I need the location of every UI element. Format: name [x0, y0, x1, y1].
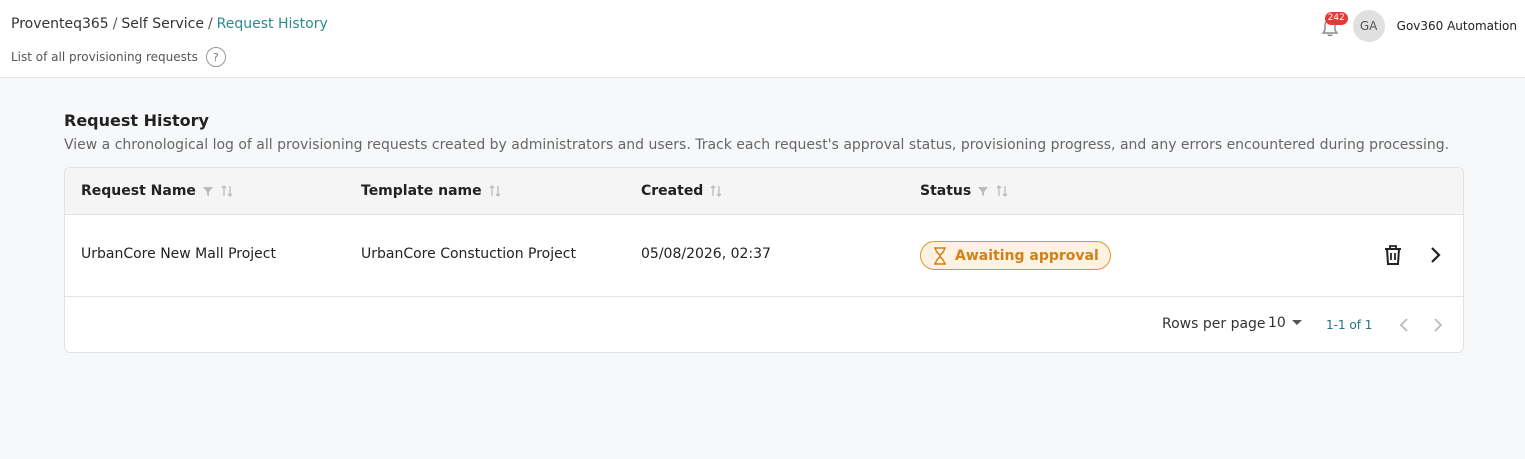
notifications-button[interactable]: 242 [1319, 12, 1348, 40]
next-page-button[interactable] [1432, 317, 1444, 337]
trash-icon [1385, 245, 1401, 265]
table-row[interactable]: UrbanCore New Mall Project UrbanCore Con… [65, 215, 1463, 297]
page-subtitle-text: List of all provisioning requests [11, 50, 198, 64]
request-history-table: Request Name Template name Created Statu… [64, 167, 1464, 353]
breadcrumb-separator: / [112, 16, 118, 32]
breadcrumb-item-home[interactable]: Proventeq365 [11, 16, 109, 32]
page-subtitle: List of all provisioning requests ? [11, 47, 226, 67]
delete-button[interactable] [1381, 242, 1405, 268]
avatar[interactable]: GA [1352, 10, 1385, 42]
sort-icon[interactable] [709, 184, 723, 198]
table-header: Request Name Template name Created Statu… [65, 168, 1463, 215]
notification-count-badge: 242 [1324, 12, 1348, 25]
cell-created: 05/08/2026, 02:37 [641, 246, 771, 262]
open-details-button[interactable] [1423, 242, 1447, 268]
top-bar: Proventeq365/Self Service / Request Histor… [0, 0, 1525, 78]
filter-icon[interactable] [977, 185, 989, 197]
previous-page-button[interactable] [1398, 317, 1410, 337]
column-header-request-name[interactable]: Request Name [81, 183, 234, 199]
status-label: Awaiting approval [955, 247, 1099, 264]
rows-per-page-select[interactable]: 10 [1268, 315, 1302, 331]
sort-icon[interactable] [995, 184, 1009, 198]
hourglass-icon [934, 246, 946, 265]
column-header-status[interactable]: Status [920, 183, 1009, 199]
column-label: Created [641, 183, 704, 199]
user-area: 242 GA Gov360 Automation [1319, 10, 1517, 42]
status-badge: Awaiting approval [920, 241, 1111, 270]
chevron-right-icon [1434, 318, 1443, 332]
row-actions [1381, 242, 1447, 268]
sort-icon[interactable] [220, 184, 234, 198]
column-header-created[interactable]: Created [641, 183, 723, 199]
sort-icon[interactable] [488, 184, 502, 198]
breadcrumb-separator: / [207, 16, 213, 32]
cell-request-name: UrbanCore New Mall Project [81, 246, 276, 262]
column-label: Request Name [81, 183, 196, 199]
help-icon[interactable]: ? [205, 47, 226, 67]
breadcrumb-item-self-service[interactable]: Self Service [121, 16, 204, 32]
section-title: Request History [64, 111, 209, 130]
chevron-left-icon [1399, 318, 1408, 332]
breadcrumb-item-current: Request History [216, 16, 328, 32]
cell-template-name: UrbanCore Constuction Project [361, 246, 576, 262]
chevron-right-icon [1431, 247, 1441, 263]
rows-per-page-value: 10 [1268, 315, 1286, 331]
user-name[interactable]: Gov360 Automation [1397, 19, 1517, 33]
section-description: View a chronological log of all provisio… [64, 137, 1450, 153]
rows-per-page-label: Rows per page [1162, 316, 1266, 332]
caret-down-icon [1291, 320, 1302, 325]
column-label: Template name [361, 183, 482, 199]
breadcrumb: Proventeq365/Self Service / Request Histor… [11, 16, 328, 32]
pagination: Rows per page 10 1-1 of 1 [65, 297, 1463, 352]
column-header-template-name[interactable]: Template name [361, 183, 502, 199]
column-label: Status [920, 183, 972, 199]
pagination-range: 1-1 of 1 [1326, 318, 1373, 332]
filter-icon[interactable] [202, 185, 214, 197]
